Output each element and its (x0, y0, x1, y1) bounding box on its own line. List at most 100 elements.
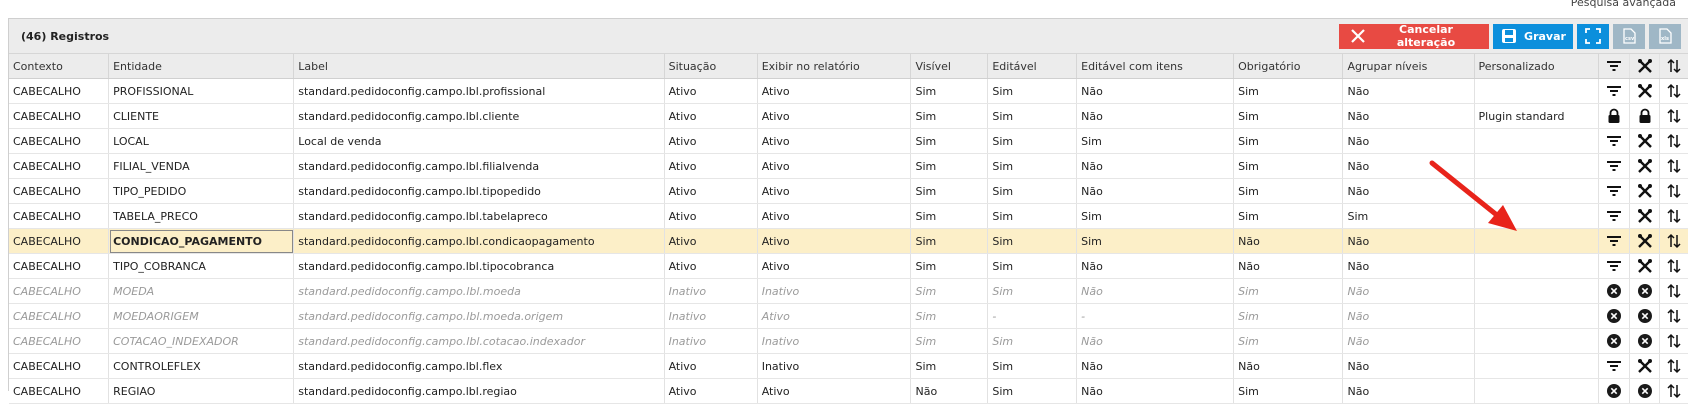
table-cell: Sim (987, 128, 1078, 154)
row-x-action[interactable] (1629, 278, 1660, 304)
column-header[interactable]: Editável (987, 54, 1078, 79)
row-sort-action[interactable] (1659, 278, 1688, 304)
row-x-action[interactable] (1598, 328, 1631, 354)
table-cell[interactable]: CONDICAO_PAGAMENTO (108, 228, 295, 254)
row-tools-action[interactable] (1629, 153, 1660, 179)
table-row[interactable]: CABECALHO CLIENTE standard.pedidoconfig.ca… (9, 103, 1688, 129)
row-filter-action[interactable] (1598, 253, 1631, 279)
row-sort-action[interactable] (1659, 228, 1688, 254)
row-sort-action[interactable] (1659, 203, 1688, 229)
filter-icon (1605, 57, 1623, 75)
row-filter-action[interactable] (1598, 178, 1631, 204)
row-x-action[interactable] (1629, 378, 1660, 404)
table-row[interactable]: CABECALHO COTACAO_INDEXADOR standard.pedid… (9, 328, 1688, 354)
row-tools-action[interactable] (1629, 203, 1660, 229)
records-table: Contexto Entidade Label Situação Exibir no r… (9, 54, 1688, 404)
row-x-action[interactable] (1629, 303, 1660, 329)
table-row[interactable]: CABECALHO FILIAL_VENDA standard.pedidoconf… (9, 153, 1688, 179)
row-tools-action[interactable] (1629, 178, 1660, 204)
row-lock-action[interactable] (1598, 103, 1631, 129)
table-cell: Não (1342, 153, 1475, 179)
table-cell: Local de venda (293, 128, 665, 154)
save-button[interactable]: Gravar (1493, 23, 1573, 49)
row-filter-action[interactable] (1598, 203, 1631, 229)
table-row[interactable]: CABECALHO MOEDAORIGEM standard.pedidoconfi… (9, 303, 1688, 329)
row-sort-action[interactable] (1659, 328, 1688, 354)
table-cell: Sim (1233, 303, 1344, 329)
row-sort-action[interactable] (1659, 128, 1688, 154)
row-filter-action[interactable] (1598, 78, 1631, 104)
column-header[interactable]: Visível (910, 54, 989, 79)
row-tools-action[interactable] (1629, 128, 1660, 154)
export-xls-button[interactable]: xls (1649, 23, 1681, 49)
table-row[interactable]: CABECALHO REGIAO standard.pedidoconfig.cam… (9, 378, 1688, 404)
column-header[interactable]: Exibir no relatório (757, 54, 912, 79)
table-cell: Sim (1076, 203, 1235, 229)
table-row[interactable]: CABECALHO TABELA_PRECO standard.pedidoconf… (9, 203, 1688, 229)
row-sort-action[interactable] (1659, 78, 1688, 104)
row-x-action[interactable] (1598, 378, 1631, 404)
table-cell (1474, 278, 1600, 304)
row-filter-action[interactable] (1598, 153, 1631, 179)
row-sort-action[interactable] (1659, 153, 1688, 179)
advanced-search-link[interactable]: Pesquisa avançada (1571, 0, 1676, 9)
table-row[interactable]: CABECALHO CONTROLEFLEX standard.pedidoconf… (9, 353, 1688, 379)
column-header[interactable]: Contexto (9, 54, 110, 79)
table-cell: standard.pedidoconfig.campo.lbl.regiao (293, 378, 665, 404)
table-row[interactable]: CABECALHO CONDICAO_PAGAMENTO standard.pedi… (9, 228, 1688, 254)
table-cell: Sim (987, 228, 1078, 254)
column-header[interactable]: Entidade (108, 54, 295, 79)
column-header[interactable]: Label (293, 54, 665, 79)
table-row[interactable]: CABECALHO MOEDA standard.pedidoconfig.camp… (9, 278, 1688, 304)
row-filter-action[interactable] (1598, 228, 1631, 254)
table-cell: Ativo (757, 178, 912, 204)
sort-icon (1665, 357, 1683, 375)
table-cell: Sim (910, 303, 989, 329)
table-cell: Inativo (757, 278, 912, 304)
table-cell: Sim (987, 153, 1078, 179)
column-header[interactable]: Editável com itens (1076, 54, 1235, 79)
row-lock-action[interactable] (1629, 103, 1660, 129)
export-csv-button[interactable]: csv (1613, 23, 1645, 49)
column-header[interactable]: Obrigatório (1233, 54, 1344, 79)
table-cell: Sim (910, 353, 989, 379)
row-x-action[interactable] (1629, 328, 1660, 354)
row-x-action[interactable] (1598, 303, 1631, 329)
cancel-change-button[interactable]: Cancelar alteração (1339, 23, 1489, 49)
table-cell: TABELA_PRECO (108, 203, 295, 229)
header-tools-cell[interactable] (1629, 54, 1660, 79)
header-sort-cell[interactable] (1659, 54, 1688, 79)
filter-icon (1605, 82, 1623, 100)
row-tools-action[interactable] (1629, 78, 1660, 104)
header-filter-cell[interactable] (1598, 54, 1631, 79)
panel-header: (46) Registros Cancelar alteração Gravar… (9, 19, 1688, 54)
table-cell: standard.pedidoconfig.campo.lbl.tipocobr… (293, 253, 665, 279)
row-sort-action[interactable] (1659, 378, 1688, 404)
column-header[interactable]: Personalizado (1474, 54, 1600, 79)
table-row[interactable]: CABECALHO TIPO_PEDIDO standard.pedidoconfi… (9, 178, 1688, 204)
row-filter-action[interactable] (1598, 128, 1631, 154)
column-header[interactable]: Agrupar níveis (1342, 54, 1475, 79)
row-tools-action[interactable] (1629, 253, 1660, 279)
row-sort-action[interactable] (1659, 303, 1688, 329)
fullscreen-button[interactable] (1577, 23, 1609, 49)
column-header[interactable]: Situação (664, 54, 758, 79)
row-tools-action[interactable] (1629, 228, 1660, 254)
table-cell: Não (1076, 103, 1235, 129)
table-cell: Sim (1233, 203, 1344, 229)
row-sort-action[interactable] (1659, 178, 1688, 204)
row-x-action[interactable] (1598, 278, 1631, 304)
table-row[interactable]: CABECALHO TIPO_COBRANCA standard.pedidocon… (9, 253, 1688, 279)
table-cell: CABECALHO (9, 178, 110, 204)
row-tools-action[interactable] (1629, 353, 1660, 379)
table-row[interactable]: CABECALHO PROFISSIONAL standard.pedidoconf… (9, 78, 1688, 104)
table-cell: CABECALHO (9, 203, 110, 229)
row-filter-action[interactable] (1598, 353, 1631, 379)
row-sort-action[interactable] (1659, 103, 1688, 129)
table-cell: Ativo (757, 228, 912, 254)
row-sort-action[interactable] (1659, 353, 1688, 379)
table-row[interactable]: CABECALHO LOCAL Local de venda Ativo Ativo Si… (9, 128, 1688, 154)
table-cell: Ativo (757, 253, 912, 279)
row-sort-action[interactable] (1659, 253, 1688, 279)
table-cell: Sim (987, 328, 1078, 354)
